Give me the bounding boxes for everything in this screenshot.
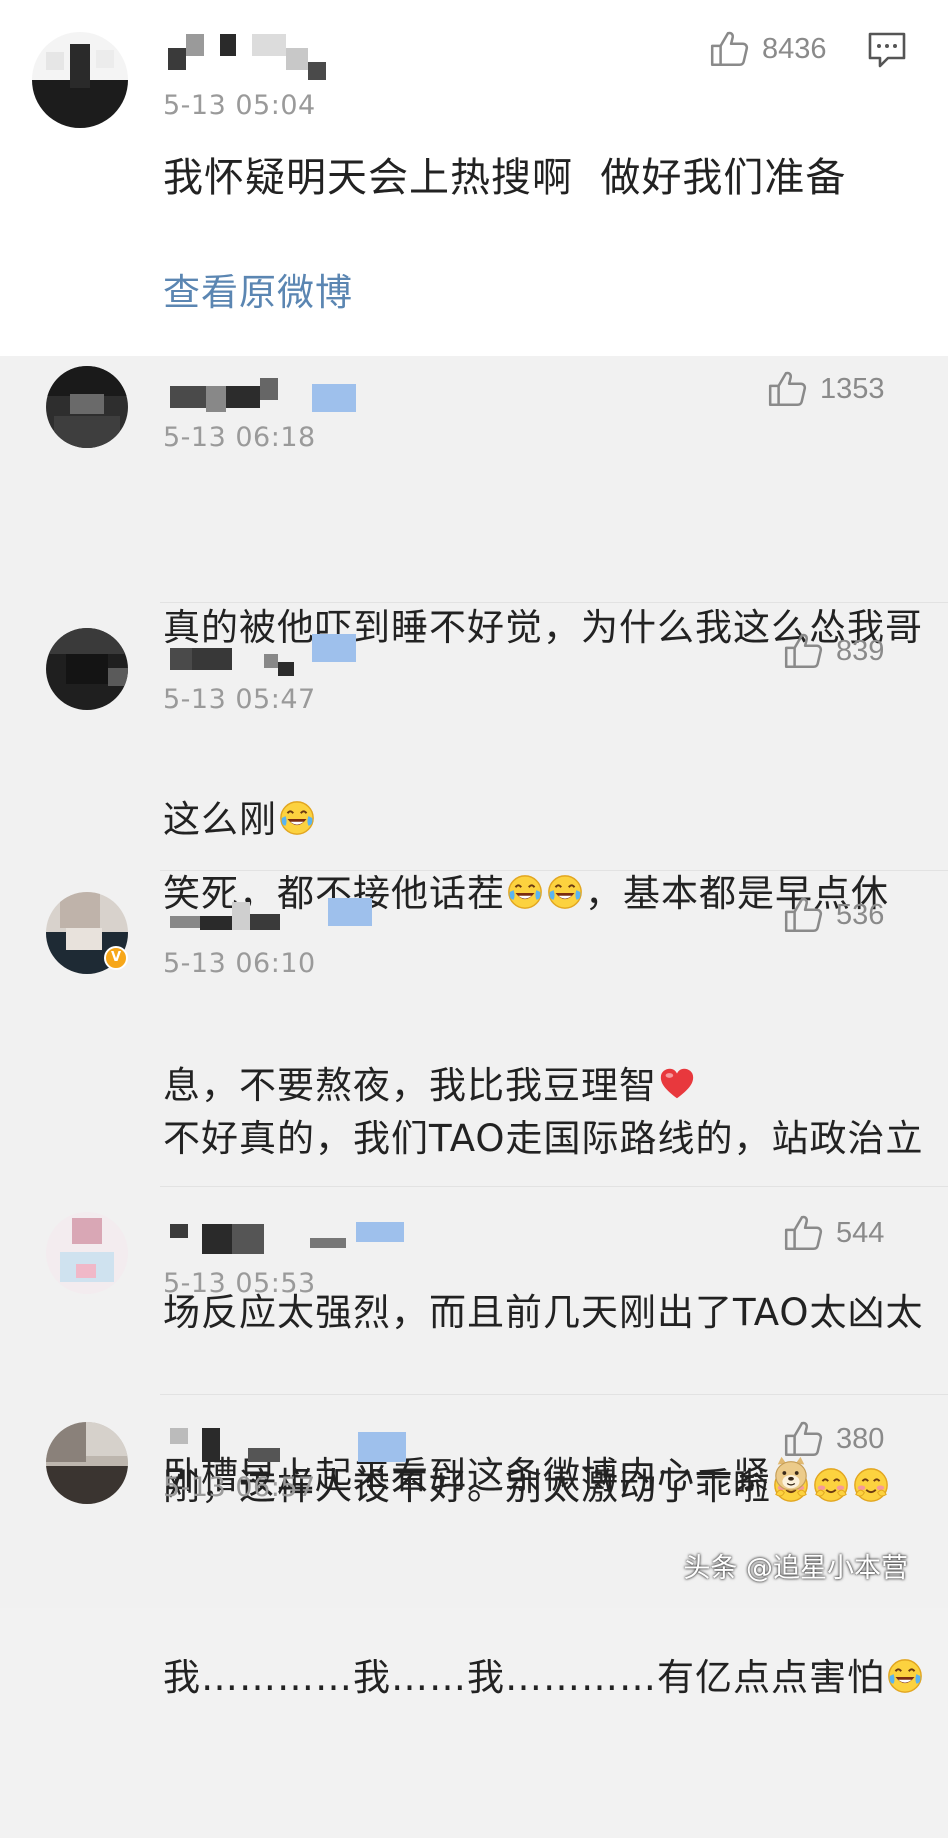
view-original-weibo-link[interactable]: 查看原微博	[163, 262, 353, 316]
like-count: 544	[836, 1216, 885, 1249]
vip-badge-icon	[328, 898, 372, 926]
like-count: 380	[836, 1422, 885, 1455]
comment-time: 5-13 05:53	[163, 1268, 316, 1299]
thumbs-up-icon	[782, 894, 824, 936]
vip-badge-icon	[358, 1432, 406, 1462]
like-button[interactable]: 544	[782, 1212, 884, 1254]
comment-time: 5-13 06:10	[163, 948, 316, 979]
username-blurred[interactable]	[170, 378, 370, 418]
username-blurred[interactable]	[170, 1220, 410, 1260]
like-button[interactable]: 380	[782, 1418, 884, 1460]
vip-badge-icon	[356, 1222, 404, 1242]
like-button[interactable]: 8436	[708, 28, 827, 70]
thumbs-up-icon	[782, 630, 824, 672]
laughing-tears-emoji	[886, 1657, 924, 1695]
comment-text-line: 我…………我……我…………有亿点点害怕	[163, 1646, 933, 1710]
list-item: 5-13 05:53 544 卧槽早上起来看到这条微博内心一紧	[0, 1198, 948, 1497]
divider	[160, 602, 948, 603]
like-count: 536	[836, 898, 885, 931]
verified-badge-icon: V	[104, 946, 128, 970]
username-blurred[interactable]	[168, 34, 348, 80]
watermark: 头条 @追星小本营	[683, 1553, 908, 1584]
like-count: 8436	[762, 32, 827, 65]
comment-time: 5-13 06:57	[163, 1472, 316, 1503]
thumbs-up-icon	[782, 1418, 824, 1460]
thumbs-up-icon	[766, 368, 808, 410]
list-item: V 5-13 06:10 536 不好真的，我们TAO走国际路线的，站政治立 场…	[0, 880, 948, 1508]
list-item: 5-13 06:18 1353 真的被他吓到睡不好觉，为什么我这么怂我哥 这么刚	[0, 356, 948, 841]
avatar[interactable]	[46, 1212, 128, 1294]
comment-time: 5-13 05:47	[163, 684, 316, 715]
vip-badge-icon	[312, 634, 356, 662]
comment-time: 5-13 05:04	[163, 90, 316, 121]
original-comment-card: 5-13 05:04 8436 我怀疑明天会上热搜啊 做好我们准备 查看原微博	[0, 0, 948, 356]
comment-bubble-icon[interactable]	[866, 30, 908, 70]
divider	[160, 1186, 948, 1187]
username-blurred[interactable]	[170, 1428, 410, 1468]
avatar[interactable]	[46, 628, 128, 710]
avatar[interactable]	[46, 366, 128, 448]
thumbs-up-icon	[708, 28, 750, 70]
like-count: 839	[836, 634, 885, 667]
avatar[interactable]	[32, 32, 128, 128]
thumbs-up-icon	[782, 1212, 824, 1254]
comment-time: 5-13 06:18	[163, 422, 316, 453]
avatar[interactable]	[46, 1422, 128, 1504]
like-count: 1353	[820, 372, 885, 405]
like-button[interactable]: 839	[782, 630, 884, 672]
username-blurred[interactable]	[170, 634, 370, 676]
like-button[interactable]: 1353	[766, 368, 885, 410]
divider	[160, 870, 948, 871]
like-button[interactable]: 536	[782, 894, 884, 936]
comment-text-span: 我…………我……我…………有亿点点害怕	[163, 1656, 885, 1699]
list-item: 5-13 05:47 839 笑死，都不接他话茬 ，基本都是早点休 息，不要熬夜，…	[0, 616, 948, 1107]
username-blurred[interactable]	[170, 898, 390, 938]
vip-badge-icon	[312, 384, 356, 412]
divider	[160, 1394, 948, 1395]
comment-text: 我怀疑明天会上热搜啊 做好我们准备	[163, 155, 847, 201]
comment-text-line: 不好真的，我们TAO走国际路线的，站政治立	[163, 1117, 924, 1160]
